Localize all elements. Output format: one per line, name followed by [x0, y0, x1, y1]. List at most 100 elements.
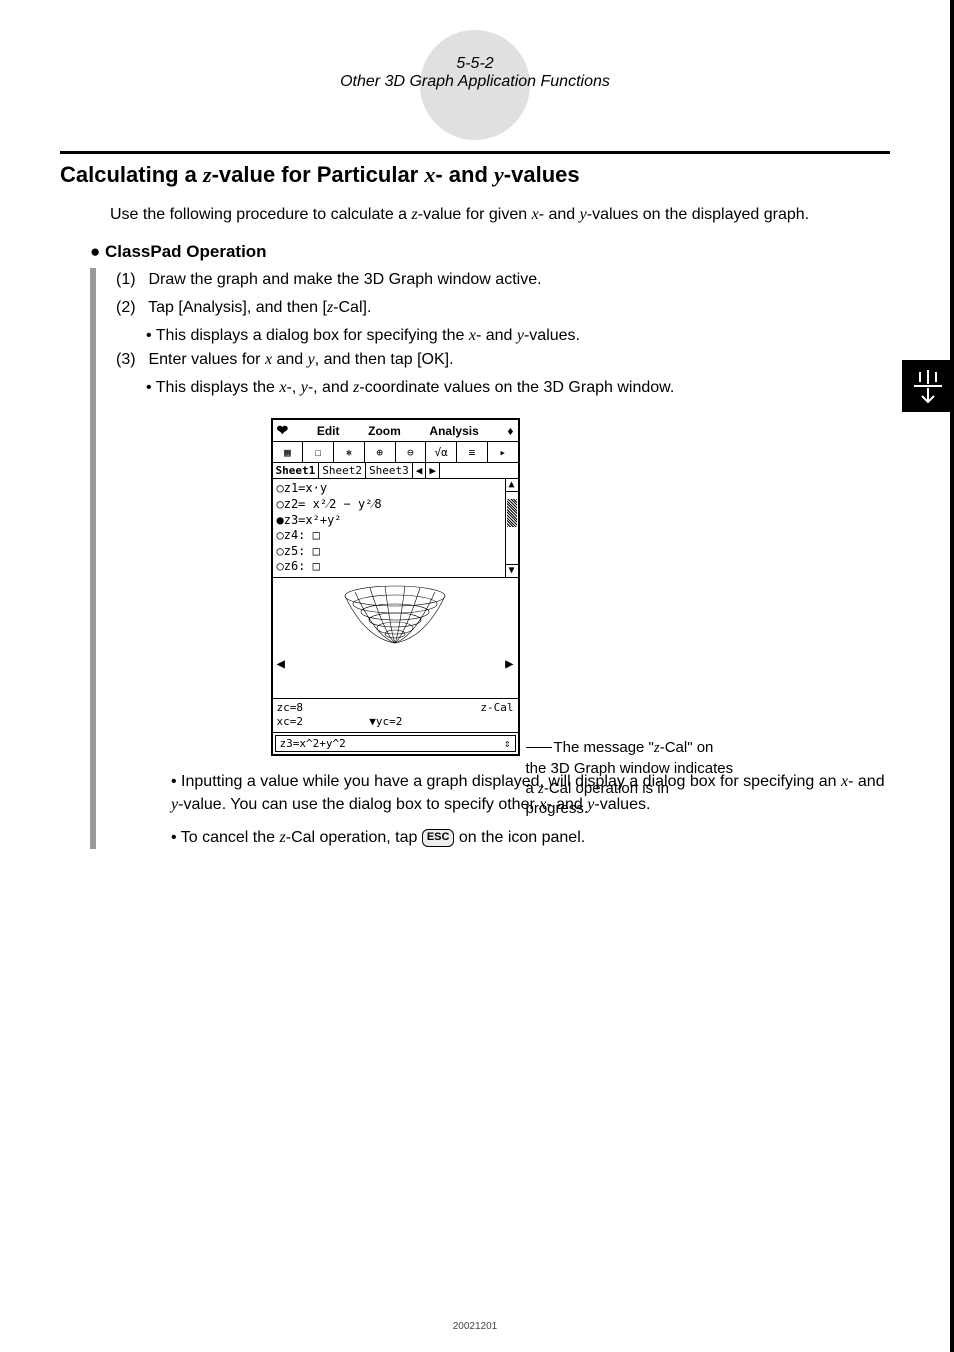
- toolbar-btn-8[interactable]: ▸: [488, 442, 518, 462]
- intro-text: - and: [539, 206, 580, 223]
- equation-z3[interactable]: ●z3=x²+y²: [277, 513, 514, 529]
- device-toolbar: ▦ ☐ ⎈ ⊕ ⊖ √α ≡ ▸: [273, 442, 518, 463]
- formula-text: z3=x^2+y^2: [280, 737, 346, 750]
- step-var: x: [265, 351, 272, 368]
- graph-nav-right-icon[interactable]: ▶: [505, 656, 513, 672]
- heading-text: -value for Particular: [212, 162, 425, 187]
- step-text: and: [272, 351, 308, 368]
- tab-next-icon[interactable]: ▶: [426, 463, 440, 478]
- tab-prev-icon[interactable]: ◀: [413, 463, 427, 478]
- step-number: (2): [116, 296, 144, 320]
- scroll-down-icon[interactable]: ▼: [506, 564, 518, 577]
- step-2: (2) Tap [Analysis], and then [z-Cal].: [116, 296, 890, 320]
- sub-var: y: [301, 379, 308, 396]
- graph-nav-left-icon[interactable]: ◀: [277, 656, 285, 672]
- section-heading: Calculating a z-value for Particular x- …: [60, 162, 890, 188]
- toolbar-btn-1[interactable]: ▦: [273, 442, 304, 462]
- intro-var: y: [580, 206, 587, 223]
- toolbar-btn-7[interactable]: ≡: [457, 442, 488, 462]
- sub-text: -values.: [524, 327, 580, 344]
- intro-paragraph: Use the following procedure to calculate…: [110, 204, 890, 226]
- equation-scrollbar[interactable]: ▲ ▼: [505, 479, 518, 577]
- paraboloid-graph-icon: [325, 578, 465, 668]
- footer-date: 20021201: [0, 1321, 950, 1332]
- toolbar-btn-5[interactable]: ⊖: [396, 442, 427, 462]
- scroll-up-icon[interactable]: ▲: [506, 479, 518, 492]
- heading-text: - and: [435, 162, 494, 187]
- tab-sheet1[interactable]: Sheet1: [273, 463, 320, 478]
- status-zc: zc=8: [277, 701, 514, 715]
- sub-text: -,: [286, 379, 300, 396]
- status-yc: ▼yc=2: [369, 715, 402, 728]
- steps-container: (1) Draw the graph and make the 3D Graph…: [90, 268, 890, 849]
- tab-sheet2[interactable]: Sheet2: [319, 463, 366, 478]
- note-text: -Cal operation, tap: [286, 829, 422, 846]
- step-text: , and then tap [OK].: [315, 351, 454, 368]
- status-area: zc=8 xc=2 ▼yc=2 z-Cal: [273, 699, 518, 733]
- heading-var-x: x: [424, 162, 435, 187]
- equation-list: ○z1=x·y ○z2= x²⁄2 − y²⁄8 ●z3=x²+y² ○z4: …: [273, 479, 518, 578]
- step-3-sub: This displays the x-, y-, and z-coordina…: [146, 376, 890, 400]
- intro-var: x: [532, 206, 539, 223]
- formula-bar: z3=x^2+y^2 ⇕: [275, 735, 516, 752]
- step-var: y: [308, 351, 315, 368]
- equation-z4[interactable]: ○z4: □: [277, 528, 514, 544]
- annotation-leader-line: [526, 747, 552, 749]
- heading-text: -values: [504, 162, 580, 187]
- post-note-2: To cancel the z-Cal operation, tap ESC o…: [171, 826, 890, 849]
- toolbar-btn-3[interactable]: ⎈: [334, 442, 365, 462]
- step-text: Enter values for: [148, 351, 265, 368]
- page-number: 5-5-2: [60, 40, 890, 73]
- note-text: Inputting a value while you have a graph…: [181, 773, 841, 790]
- toolbar-btn-4[interactable]: ⊕: [365, 442, 396, 462]
- zcal-label: z-Cal: [480, 701, 513, 715]
- page: 5-5-2 Other 3D Graph Application Functio…: [0, 0, 954, 1352]
- device-screenshot-area: ❤ Edit Zoom Analysis ♦ ▦ ☐ ⎈ ⊕ ⊖ √α ≡ ▸: [116, 418, 890, 755]
- equation-z6[interactable]: ○z6: □: [277, 559, 514, 575]
- intro-text: -values on the displayed graph.: [587, 206, 809, 223]
- bullet-icon: ●: [90, 242, 100, 261]
- section-rule: [60, 151, 890, 154]
- sub-var: x: [469, 327, 476, 344]
- graph-3d-area: ◀ ▶: [273, 578, 518, 699]
- annotation-text: -Cal operation is in progress.: [526, 780, 669, 817]
- toolbar-btn-2[interactable]: ☐: [303, 442, 334, 462]
- toolbar-btn-6[interactable]: √α: [426, 442, 457, 462]
- note-text: -value. You can use the dialog box to sp…: [178, 796, 539, 813]
- menu-more-icon[interactable]: ♦: [507, 424, 513, 438]
- device-menu-bar: ❤ Edit Zoom Analysis ♦: [273, 420, 518, 442]
- menu-zoom[interactable]: Zoom: [368, 424, 401, 438]
- annotation-callout: The message "z-Cal" on the 3D Graph wind…: [526, 738, 736, 819]
- header-subtitle: Other 3D Graph Application Functions: [60, 73, 890, 91]
- sheet-tabs: Sheet1 Sheet2 Sheet3 ◀ ▶: [273, 463, 518, 479]
- equation-z5[interactable]: ○z5: □: [277, 544, 514, 560]
- operation-heading: ● ClassPad Operation: [90, 242, 890, 262]
- note-text: To cancel the: [181, 829, 280, 846]
- sub-var: y: [517, 327, 524, 344]
- step-text: Tap [Analysis], and then [: [148, 299, 327, 316]
- device-screen: ❤ Edit Zoom Analysis ♦ ▦ ☐ ⎈ ⊕ ⊖ √α ≡ ▸: [271, 418, 520, 755]
- sub-text: This displays the: [156, 379, 280, 396]
- menu-analysis[interactable]: Analysis: [429, 424, 478, 438]
- side-ornament-icon: [902, 360, 954, 412]
- step-text: -Cal].: [333, 299, 371, 316]
- equation-z2[interactable]: ○z2= x²⁄2 − y²⁄8: [277, 497, 514, 513]
- menu-edit[interactable]: Edit: [317, 424, 340, 438]
- resize-handle-icon[interactable]: ⇕: [504, 737, 511, 750]
- note-text: - and: [848, 773, 884, 790]
- heading-text: Calculating a: [60, 162, 203, 187]
- status-xc: xc=2: [277, 715, 304, 728]
- sub-text: This displays a dialog box for specifyin…: [156, 327, 469, 344]
- esc-button-icon[interactable]: ESC: [422, 829, 455, 847]
- operation-heading-text: ClassPad Operation: [100, 242, 266, 261]
- app-menu-icon[interactable]: ❤: [277, 422, 289, 439]
- annotation-text: The message ": [554, 739, 654, 756]
- equation-z1[interactable]: ○z1=x·y: [277, 481, 514, 497]
- heading-var-z: z: [203, 162, 212, 187]
- tab-sheet3[interactable]: Sheet3: [366, 463, 413, 478]
- scroll-thumb[interactable]: [507, 499, 517, 527]
- note-text: on the icon panel.: [454, 829, 585, 846]
- page-header: 5-5-2 Other 3D Graph Application Functio…: [60, 40, 890, 91]
- step-3: (3) Enter values for x and y, and then t…: [116, 348, 890, 372]
- step-2-sub: This displays a dialog box for specifyin…: [146, 324, 890, 348]
